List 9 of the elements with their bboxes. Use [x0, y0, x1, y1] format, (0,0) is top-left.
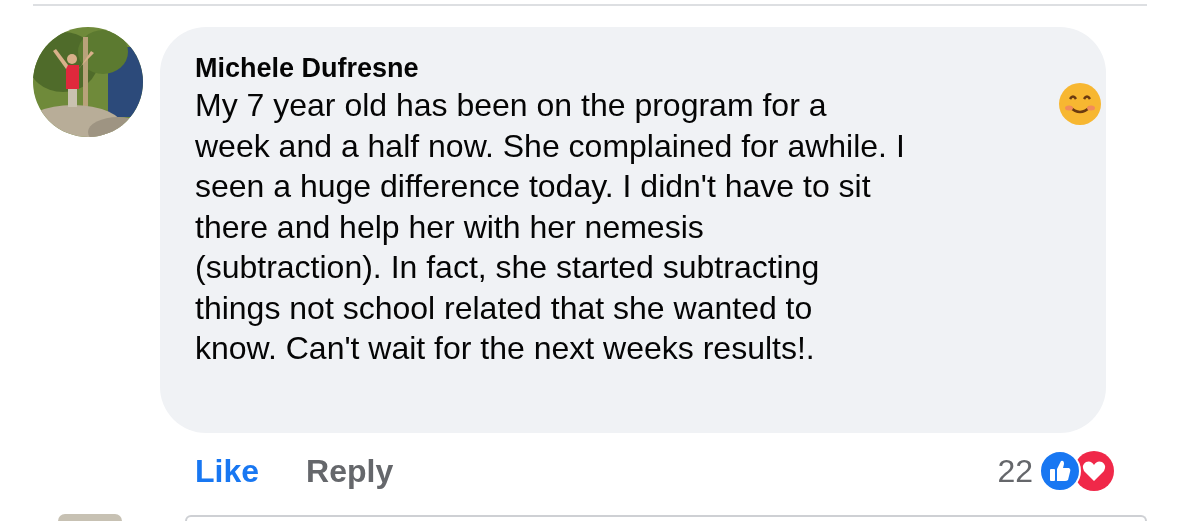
thumbs-up-icon [1039, 450, 1081, 492]
avatar [58, 514, 122, 521]
reply-button[interactable]: Reply [306, 447, 394, 495]
reaction-count[interactable]: 22 [997, 447, 1033, 495]
smiley-icon [1057, 82, 1102, 126]
comment-text: My 7 year old has been on the program for a week and a half now. She complained for awhile. I seen a huge difference today. I didn't have to sit there and help her with her nemesis (subtraction). In fact, she started subtracting things not school related that she wanted to know. Can't wait for the next weeks results!. [195, 87, 905, 366]
author-name[interactable]: Michele Dufresne [195, 51, 419, 85]
comment-field[interactable] [185, 515, 1147, 521]
like-button[interactable]: Like [195, 447, 260, 495]
